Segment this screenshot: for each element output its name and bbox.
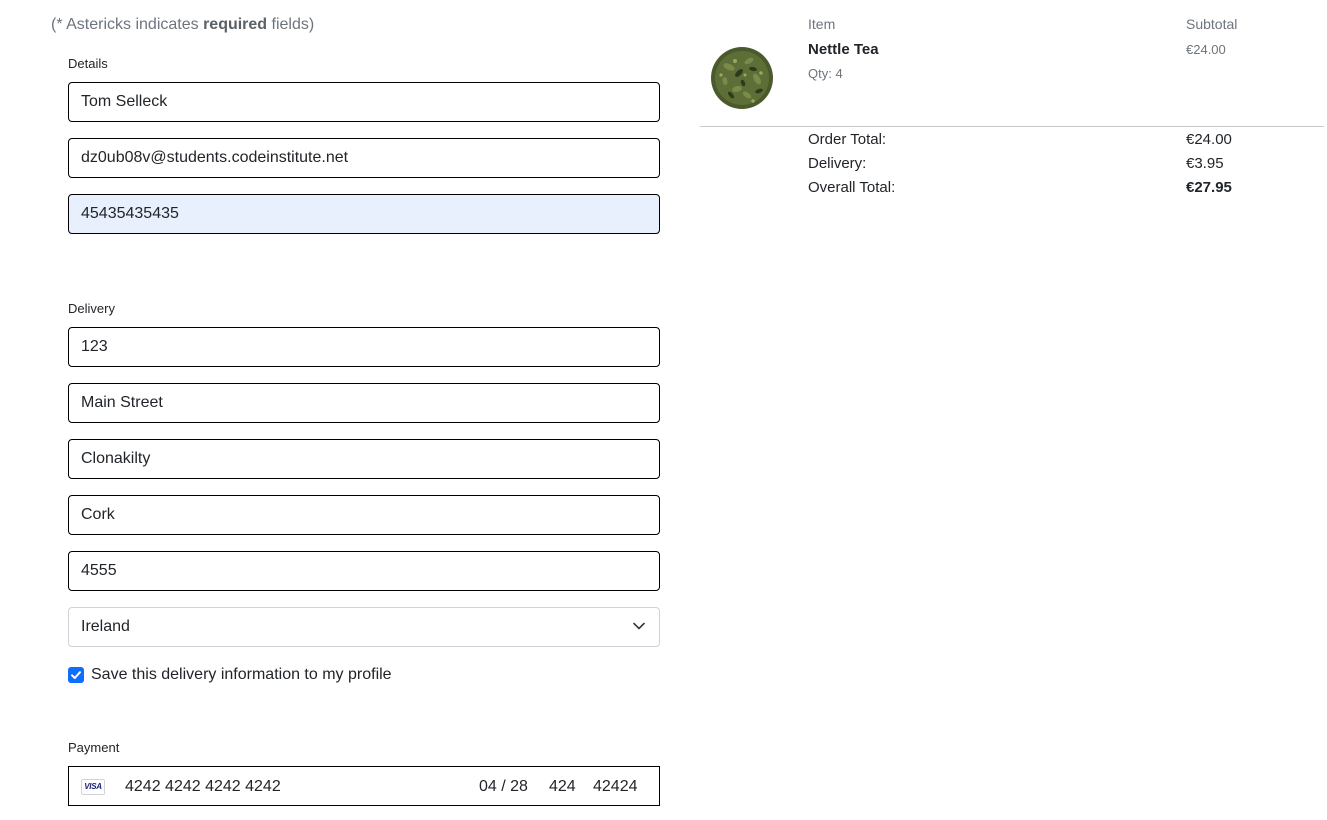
grand-total-label: Overall Total: <box>808 179 896 196</box>
street-address2-input[interactable] <box>68 383 660 423</box>
phone-input[interactable] <box>68 194 660 234</box>
card-number-field[interactable]: 4242 4242 4242 4242 <box>125 777 281 797</box>
country-select[interactable]: Ireland <box>68 607 660 647</box>
save-info-label: Save this delivery information to my pro… <box>91 666 392 683</box>
nettle-tea-image <box>711 47 773 109</box>
item-subtotal: €24.00 <box>1186 42 1226 57</box>
grand-total-value: €27.95 <box>1186 179 1232 196</box>
visa-card-icon: VISA <box>81 779 105 795</box>
item-column-header: Item <box>808 16 836 32</box>
delivery-cost-value: €3.95 <box>1186 155 1224 172</box>
order-total-label: Order Total: <box>808 131 887 148</box>
item-name: Nettle Tea <box>808 41 879 58</box>
postcode-input[interactable] <box>68 551 660 591</box>
summary-divider <box>700 126 1324 127</box>
card-expiry-field[interactable]: 04 / 28 <box>479 777 528 797</box>
street-address1-input[interactable] <box>68 327 660 367</box>
order-total-value: €24.00 <box>1186 131 1232 148</box>
chevron-down-icon <box>633 622 645 630</box>
town-city-input[interactable] <box>68 439 660 479</box>
note-bold: required <box>203 16 268 33</box>
delivery-cost-label: Delivery: <box>808 155 867 172</box>
required-fields-note: (* Astericks indicates required fields) <box>51 16 314 34</box>
delivery-label: Delivery <box>68 301 115 316</box>
country-select-value: Ireland <box>81 618 130 635</box>
card-element[interactable]: VISA 4242 4242 4242 4242 04 / 28 424 424… <box>68 766 660 806</box>
details-label: Details <box>68 56 108 71</box>
county-input[interactable] <box>68 495 660 535</box>
checkmark-icon <box>71 671 81 679</box>
card-postal-field[interactable]: 42424 <box>593 777 638 797</box>
item-qty: Qty: 4 <box>808 66 843 81</box>
note-prefix: (* Astericks indicates <box>51 16 204 33</box>
save-info-row: Save this delivery information to my pro… <box>68 666 392 684</box>
note-suffix: fields) <box>267 16 315 33</box>
card-cvc-field[interactable]: 424 <box>549 777 576 797</box>
payment-label: Payment <box>68 740 120 755</box>
subtotal-column-header: Subtotal <box>1186 16 1238 32</box>
save-info-checkbox[interactable] <box>68 667 84 683</box>
full-name-input[interactable] <box>68 82 660 122</box>
email-input[interactable] <box>68 138 660 178</box>
